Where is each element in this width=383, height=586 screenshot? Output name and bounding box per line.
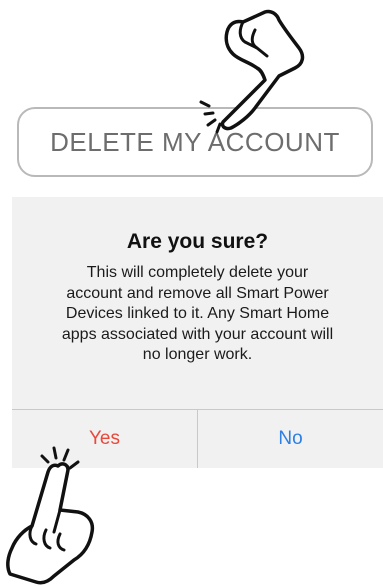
dialog-message-line: Devices linked to it. Any Smart Home [65,305,330,322]
dialog-message-line: apps associated with your account will [61,325,334,343]
dialog-message-line: no longer work. [142,346,253,363]
confirm-dialog: Are you sure? This will completely delet… [12,197,383,468]
dialog-message-line: This will completely delete your [86,264,309,281]
dialog-message: This will completely delete your account… [26,263,369,366]
no-button[interactable]: No [198,410,383,468]
dialog-title: Are you sure? [126,230,269,253]
top-pointer-hand-icon [195,9,315,140]
bottom-pointer-hand-icon [2,438,112,586]
no-button-label: No [278,428,303,449]
dialog-message-line: account and remove all Smart Power [66,284,329,302]
